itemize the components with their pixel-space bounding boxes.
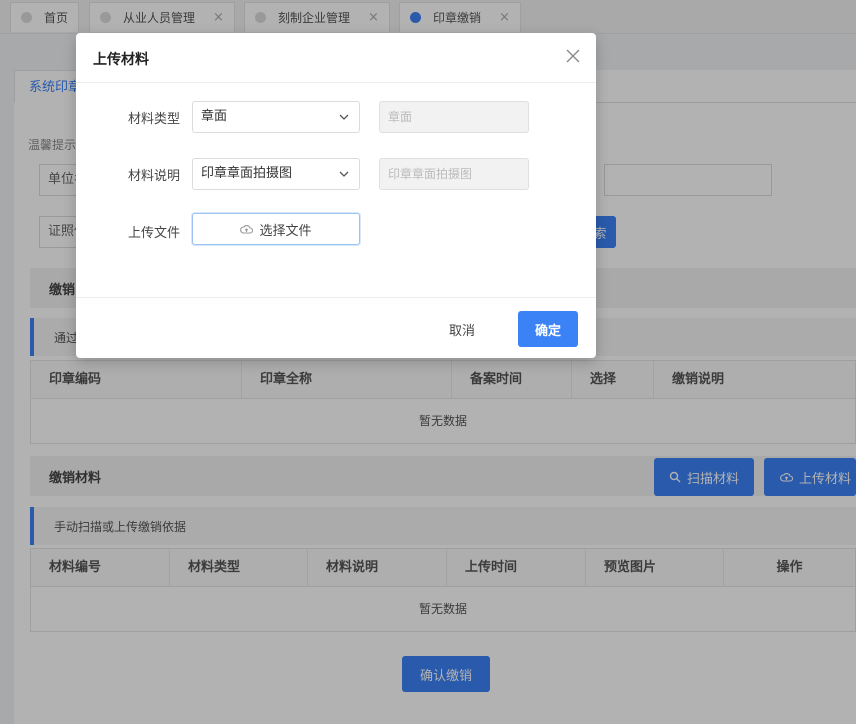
dialog-header: 上传材料 — [76, 33, 596, 83]
material-desc-label: 材料说明 — [127, 169, 180, 184]
dialog-footer-divider — [76, 297, 596, 298]
upload-file-label: 上传文件 — [127, 226, 180, 241]
close-icon[interactable] — [566, 49, 580, 63]
dialog-title: 上传材料 — [93, 52, 149, 68]
choose-file-button[interactable]: 选择文件 — [192, 213, 360, 245]
chevron-down-icon — [339, 171, 349, 177]
choose-file-label: 选择文件 — [259, 223, 312, 239]
cloud-upload-icon — [240, 224, 254, 234]
chevron-down-icon — [339, 114, 349, 120]
ok-button-label: 确定 — [534, 323, 561, 339]
material-type-label: 材料类型 — [127, 112, 180, 127]
material-type-readonly-value: 章面 — [388, 110, 413, 124]
material-desc-value: 印章章面拍摄图 — [201, 166, 293, 181]
ok-button[interactable]: 确定 — [518, 311, 578, 347]
material-type-value: 章面 — [201, 109, 228, 124]
material-desc-select[interactable]: 印章章面拍摄图 — [192, 158, 360, 190]
material-desc-readonly: 印章章面拍摄图 — [379, 158, 529, 190]
material-desc-readonly-value: 印章章面拍摄图 — [388, 167, 473, 181]
upload-materials-dialog: 上传材料 材料类型 章面 章面 材料说明 印章章面拍摄图 印章章面拍摄图 上传文… — [76, 33, 596, 358]
material-type-select[interactable]: 章面 — [192, 101, 360, 133]
material-type-readonly: 章面 — [379, 101, 529, 133]
cancel-button[interactable]: 取消 — [449, 320, 475, 339]
